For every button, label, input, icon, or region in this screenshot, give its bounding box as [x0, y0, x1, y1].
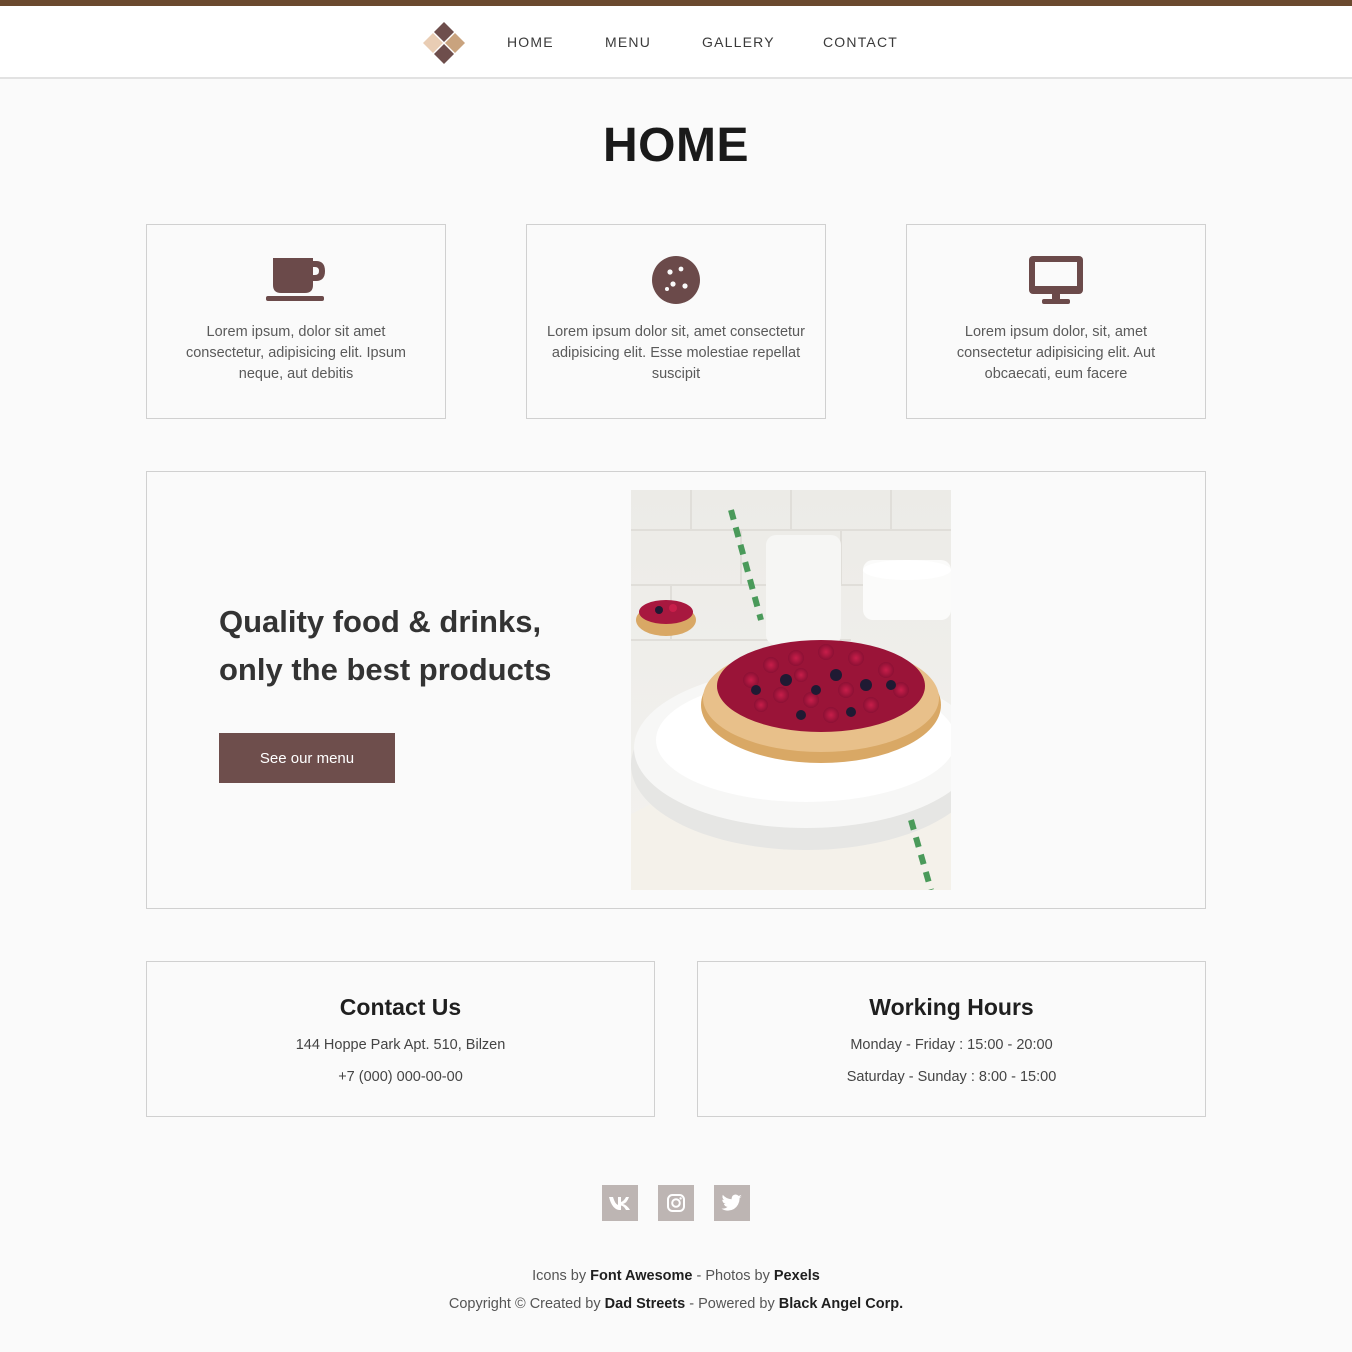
contact-phone: +7 (000) 000-00-00	[338, 1069, 463, 1085]
twitter-icon	[721, 1194, 742, 1211]
see-our-menu-button[interactable]: See our menu	[219, 733, 395, 783]
pexels-link[interactable]: Pexels	[774, 1268, 820, 1284]
copyright-line: Copyright © Created by Dad Streets - Pow…	[0, 1296, 1352, 1312]
credits-icons-prefix: Icons by	[532, 1268, 587, 1284]
coffee-cup-icon	[266, 258, 325, 301]
working-hours-title: Working Hours	[869, 994, 1034, 1020]
vk-link[interactable]	[602, 1185, 638, 1221]
contact-address: 144 Hoppe Park Apt. 510, Bilzen	[295, 1037, 506, 1053]
feature-card-desktop: Lorem ipsum dolor, sit, amet consectetur…	[906, 224, 1206, 419]
instagram-icon	[667, 1194, 685, 1212]
credits-line: Icons by Font Awesome - Photos by Pexels	[0, 1268, 1352, 1284]
powered-sep: - Powered by	[689, 1296, 775, 1312]
font-awesome-link[interactable]: Font Awesome	[590, 1268, 692, 1284]
hours-weekdays: Monday - Friday : 15:00 - 20:00	[850, 1037, 1053, 1053]
copyright-prefix: Copyright © Created by	[448, 1296, 601, 1312]
berry-tart-photo	[631, 490, 951, 890]
nav-contact-link[interactable]: CONTACT	[823, 34, 898, 50]
contact-us-box: Contact Us 144 Hoppe Park Apt. 510, Bilz…	[146, 961, 655, 1117]
hero-heading: Quality food & drinks, only the best pro…	[219, 598, 619, 694]
navbar: HOME MENU GALLERY CONTACT	[0, 6, 1352, 79]
logo-icon[interactable]	[421, 21, 467, 65]
dad-streets-link[interactable]: Dad Streets	[605, 1296, 686, 1312]
vk-icon	[609, 1197, 630, 1210]
hero-heading-line-2: only the best products	[219, 652, 552, 687]
feature-text: Lorem ipsum dolor sit, amet consectetur …	[547, 324, 805, 382]
contact-us-title: Contact Us	[339, 994, 462, 1020]
desktop-monitor-icon	[1029, 256, 1083, 304]
credits-photos-sep: - Photos by	[696, 1268, 770, 1284]
nav-home-link[interactable]: HOME	[507, 34, 554, 50]
nav-gallery-link[interactable]: GALLERY	[702, 34, 775, 50]
page-title: HOME	[603, 119, 749, 172]
hero-heading-line-1: Quality food & drinks,	[219, 604, 542, 639]
nav-menu-link[interactable]: MENU	[605, 34, 651, 50]
black-angel-corp-link[interactable]: Black Angel Corp.	[779, 1296, 903, 1312]
working-hours-box: Working Hours Monday - Friday : 15:00 - …	[697, 961, 1206, 1117]
twitter-link[interactable]	[714, 1185, 750, 1221]
feature-card-coffee: Lorem ipsum, dolor sit amet consectetur,…	[146, 224, 446, 419]
feature-card-cookie: Lorem ipsum dolor sit, amet consectetur …	[526, 224, 826, 419]
feature-text: Lorem ipsum dolor, sit, amet consectetur…	[956, 324, 1156, 382]
hours-weekend: Saturday - Sunday : 8:00 - 15:00	[846, 1069, 1057, 1085]
hero-section: Quality food & drinks, only the best pro…	[146, 471, 1206, 909]
cookie-icon	[652, 256, 700, 304]
instagram-link[interactable]	[658, 1185, 694, 1221]
feature-text: Lorem ipsum, dolor sit amet consectetur,…	[185, 324, 407, 382]
